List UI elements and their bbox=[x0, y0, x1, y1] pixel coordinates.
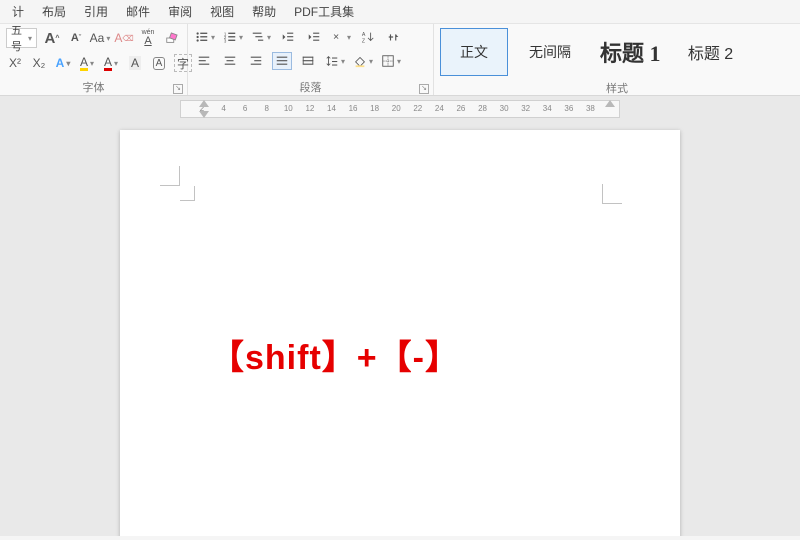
ribbon-group-font: 五号 ▾ A^ Aˇ Aa▾ A⌫ wén A X² X₂ A▾ A▾ bbox=[0, 24, 188, 95]
group-label-paragraph: 段落 bbox=[300, 79, 322, 95]
distribute-button[interactable] bbox=[298, 52, 318, 70]
borders-icon bbox=[381, 54, 395, 68]
asian-layout-button[interactable]: ✕▾ bbox=[330, 28, 352, 46]
clear-format-button[interactable]: A⌫ bbox=[115, 29, 133, 47]
numbering-button[interactable]: 123▾ bbox=[222, 28, 244, 46]
font-dialog-launcher[interactable]: ↘ bbox=[173, 84, 183, 94]
paint-bucket-icon bbox=[353, 54, 367, 68]
font-color-button[interactable]: A▾ bbox=[102, 54, 120, 72]
menu-bar: 计 布局 引用 邮件 审阅 视图 帮助 PDF工具集 bbox=[0, 0, 800, 24]
sort-button[interactable]: AZ bbox=[358, 28, 378, 46]
change-case-button[interactable]: Aa▾ bbox=[91, 29, 109, 47]
enclose-char-button[interactable]: A bbox=[150, 54, 168, 72]
style-heading-1[interactable]: 标题 1 bbox=[592, 28, 669, 76]
shrink-font-button[interactable]: Aˇ bbox=[67, 29, 85, 47]
menu-item-mailings[interactable]: 邮件 bbox=[118, 1, 158, 22]
ribbon: 五号 ▾ A^ Aˇ Aa▾ A⌫ wén A X² X₂ A▾ A▾ bbox=[0, 24, 800, 96]
menu-item-help[interactable]: 帮助 bbox=[244, 1, 284, 22]
multilevel-list-icon bbox=[251, 30, 265, 44]
group-label-font: 字体 bbox=[83, 79, 105, 95]
show-marks-button[interactable] bbox=[384, 28, 404, 46]
menu-item-design[interactable]: 计 bbox=[4, 1, 32, 22]
number-list-icon: 123 bbox=[223, 30, 237, 44]
pilcrow-icon bbox=[387, 30, 401, 44]
menu-item-layout[interactable]: 布局 bbox=[34, 1, 74, 22]
horizontal-ruler[interactable]: 2468101214161820222426283032343638 bbox=[180, 100, 620, 118]
document-workspace: 2468101214161820222426283032343638 【shif… bbox=[0, 96, 800, 536]
indent-icon bbox=[307, 30, 321, 44]
text-effects-button[interactable]: A▾ bbox=[54, 54, 72, 72]
menu-item-references[interactable]: 引用 bbox=[76, 1, 116, 22]
hanging-indent-marker[interactable] bbox=[199, 111, 209, 118]
document-page[interactable]: 【shift】+【-】 bbox=[120, 130, 680, 536]
align-justify-icon bbox=[275, 54, 289, 68]
font-size-select[interactable]: 五号 ▾ bbox=[6, 28, 37, 48]
align-justify-button[interactable] bbox=[272, 52, 292, 70]
font-group-more-button[interactable] bbox=[163, 29, 181, 47]
style-no-spacing[interactable]: 无间隔 bbox=[516, 28, 584, 76]
line-spacing-button[interactable]: ▾ bbox=[324, 52, 346, 70]
increase-indent-button[interactable] bbox=[304, 28, 324, 46]
distribute-icon bbox=[301, 54, 315, 68]
paragraph-dialog-launcher[interactable]: ↘ bbox=[419, 84, 429, 94]
align-center-button[interactable] bbox=[220, 52, 240, 70]
asian-layout-icon: ✕ bbox=[331, 30, 345, 44]
margin-corner-top-right bbox=[602, 184, 622, 204]
ribbon-group-paragraph: ▾ 123▾ ▾ ✕▾ AZ bbox=[188, 24, 434, 95]
shading-button[interactable]: ▾ bbox=[352, 52, 374, 70]
first-line-indent-marker[interactable] bbox=[199, 100, 209, 107]
menu-item-pdftools[interactable]: PDF工具集 bbox=[286, 1, 362, 22]
decrease-indent-button[interactable] bbox=[278, 28, 298, 46]
char-shading-button[interactable]: A bbox=[126, 54, 144, 72]
align-left-icon bbox=[197, 54, 211, 68]
group-label-styles: 样式 bbox=[606, 80, 628, 96]
bullet-list-icon bbox=[195, 30, 209, 44]
align-right-icon bbox=[249, 54, 263, 68]
outdent-icon bbox=[281, 30, 295, 44]
chevron-down-icon: ▾ bbox=[28, 34, 32, 43]
align-center-icon bbox=[223, 54, 237, 68]
menu-item-view[interactable]: 视图 bbox=[202, 1, 242, 22]
font-size-value: 五号 bbox=[11, 22, 28, 54]
borders-button[interactable]: ▾ bbox=[380, 52, 402, 70]
style-heading-2[interactable]: 标题 2 bbox=[677, 28, 745, 76]
grow-font-button[interactable]: A^ bbox=[43, 29, 61, 47]
phonetic-guide-button[interactable]: wén A bbox=[139, 29, 157, 47]
right-indent-marker[interactable] bbox=[605, 100, 615, 107]
multilevel-list-button[interactable]: ▾ bbox=[250, 28, 272, 46]
sort-icon: AZ bbox=[361, 30, 375, 44]
menu-item-review[interactable]: 审阅 bbox=[160, 1, 200, 22]
eraser-icon bbox=[165, 31, 179, 45]
svg-text:A: A bbox=[362, 32, 366, 38]
line-spacing-icon bbox=[325, 54, 339, 68]
svg-text:3: 3 bbox=[224, 38, 227, 43]
superscript-button[interactable]: X² bbox=[6, 54, 24, 72]
style-normal[interactable]: 正文 bbox=[440, 28, 508, 76]
ribbon-group-styles: 正文 无间隔 标题 1 标题 2 样式 bbox=[434, 24, 800, 95]
style-gallery[interactable]: 正文 无间隔 标题 1 标题 2 bbox=[434, 24, 800, 80]
overlay-hint-text: 【shift】+【-】 bbox=[210, 330, 460, 379]
margin-corner-top-left bbox=[160, 166, 180, 186]
highlight-color-button[interactable]: A▾ bbox=[78, 54, 96, 72]
subscript-button[interactable]: X₂ bbox=[30, 54, 48, 72]
align-left-button[interactable] bbox=[194, 52, 214, 70]
svg-text:✕: ✕ bbox=[333, 33, 340, 42]
svg-text:Z: Z bbox=[362, 38, 366, 44]
align-right-button[interactable] bbox=[246, 52, 266, 70]
bullets-button[interactable]: ▾ bbox=[194, 28, 216, 46]
